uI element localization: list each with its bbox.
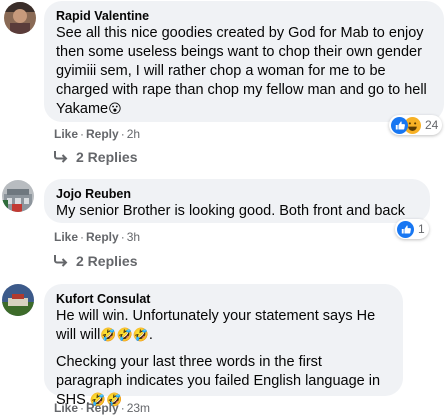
comment-bubble: Kufort Consulat He will win. Unfortunate… — [44, 284, 403, 408]
comment-actions: Like · Reply · 2h — [54, 127, 141, 141]
comment-timestamp[interactable]: 2h — [127, 127, 140, 141]
comment-actions: Like · Reply · 3h — [54, 230, 141, 244]
comment-timestamp[interactable]: 23m — [127, 401, 150, 415]
replies-label: 2 Replies — [76, 253, 138, 269]
like-button[interactable]: Like — [54, 127, 78, 141]
avatar[interactable] — [4, 2, 36, 34]
view-replies-button[interactable]: 2 Replies — [54, 149, 137, 165]
view-replies-button[interactable]: 2 Replies — [54, 253, 137, 269]
reply-button[interactable]: Reply — [86, 401, 119, 415]
comment-author[interactable]: Jojo Reuben — [56, 186, 418, 202]
like-button[interactable]: Like — [54, 230, 78, 244]
replies-label: 2 Replies — [76, 149, 138, 165]
reaction-count: 24 — [425, 118, 439, 132]
reaction-summary[interactable]: 24 — [389, 115, 443, 135]
comment-timestamp[interactable]: 3h — [127, 230, 140, 244]
comment-actions: Like · Reply · 23m — [54, 401, 151, 415]
avatar[interactable] — [2, 180, 34, 212]
comment-author[interactable]: Kufort Consulat — [56, 291, 391, 307]
reaction-count: 1 — [418, 222, 425, 236]
like-icon — [397, 220, 414, 238]
reaction-summary[interactable]: 1 — [395, 219, 429, 239]
like-button[interactable]: Like — [54, 401, 78, 415]
reply-arrow-icon — [54, 255, 68, 267]
rofl-emoji-icon: 🤣🤣🤣 — [100, 327, 149, 342]
comment-text: He will win. Unfortunately your statemen… — [56, 308, 376, 343]
comment-text: My senior Brother is looking good. Both … — [56, 203, 405, 219]
comment-author[interactable]: Rapid Valentine — [56, 8, 432, 24]
comment-bubble: Jojo Reuben My senior Brother is looking… — [44, 179, 430, 223]
reply-button[interactable]: Reply — [86, 230, 119, 244]
comment-text: See all this nice goodies created by God… — [56, 25, 427, 117]
comment-bubble: Rapid Valentine See all this nice goodie… — [44, 1, 444, 122]
avatar[interactable] — [2, 284, 34, 316]
reply-arrow-icon — [54, 151, 68, 163]
reply-button[interactable]: Reply — [86, 127, 119, 141]
surprised-emoji-icon: 😮 — [108, 101, 122, 116]
like-icon — [391, 116, 408, 134]
